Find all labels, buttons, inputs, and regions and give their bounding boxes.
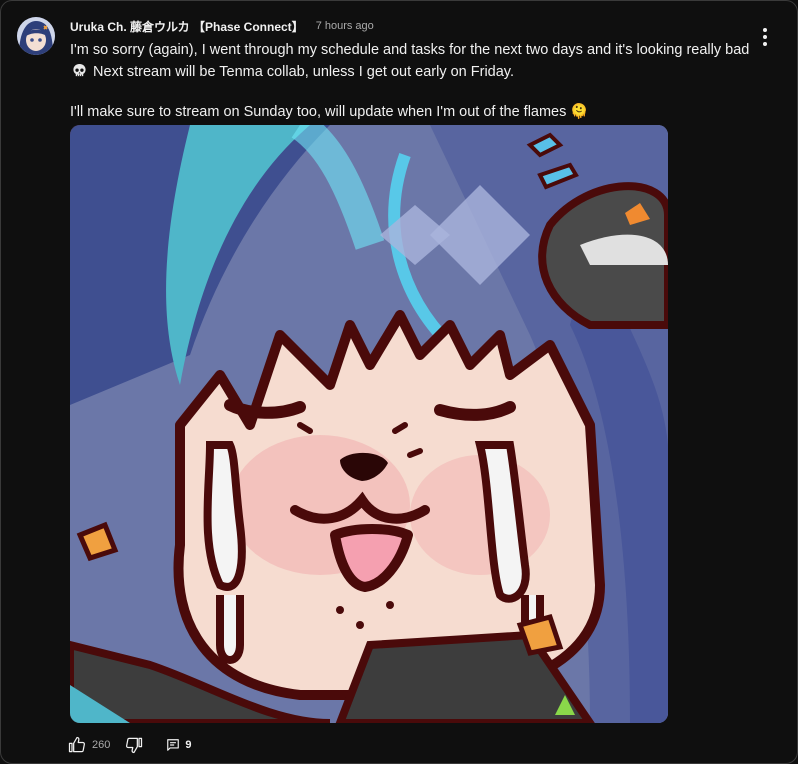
paragraph1-part-b: Next stream will be Tenma collab, unless… [93,64,514,80]
author-name[interactable]: Uruka Ch. 藤倉ウルカ 【Phase Connect】 [70,18,304,35]
dot-icon [763,42,767,46]
dislike-button[interactable] [124,735,144,755]
illustration-crying-character [70,125,668,723]
comment-icon [167,739,180,751]
channel-avatar[interactable] [17,17,55,55]
post-header: Uruka Ch. 藤倉ウルカ 【Phase Connect】 7 hours … [70,17,374,35]
skull-icon [73,63,86,77]
dot-icon [763,35,767,39]
dot-icon [763,28,767,32]
post-paragraph-2: I'll make sure to stream on Sunday too, … [70,104,589,120]
avatar-image [17,17,55,55]
post-actions: 260 9 [67,733,191,757]
comments-button[interactable]: 9 [166,738,191,752]
thumbs-down-icon [126,737,143,754]
post-image[interactable] [70,125,668,723]
like-count: 260 [92,739,111,751]
thumbs-up-icon [68,736,85,753]
post-paragraph-1: I'm so sorry (again), I went through my … [70,39,760,83]
post-timestamp[interactable]: 7 hours ago [316,20,374,32]
paragraph1-part-a: I'm so sorry (again), I went through my … [70,42,750,58]
comment-count: 9 [185,739,192,751]
post-text: I'm so sorry (again), I went through my … [70,39,760,123]
like-button[interactable]: 260 [67,735,124,755]
community-post: Uruka Ch. 藤倉ウルカ 【Phase Connect】 7 hours … [0,0,798,764]
